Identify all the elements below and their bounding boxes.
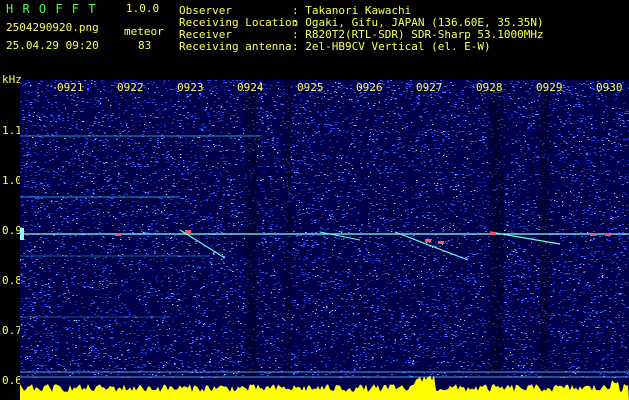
meteor-head [115,233,121,236]
freq-tick-0.9: 0.9 [2,224,22,237]
freq-tick-0.8: 0.8 [2,274,22,287]
time-tick-0928: 0928 [476,81,503,94]
time-tick-0923: 0923 [177,81,204,94]
time-tick-0922: 0922 [117,81,144,94]
freq-tick-1.1: 1.1 [2,124,22,137]
time-tick-0930: 0930 [596,81,623,94]
freq-unit-label: kHz [2,73,22,86]
info-antenna-value: : 2el-HB9CV Vertical (el. E-W) [292,40,491,53]
time-tick-0926: 0926 [356,81,383,94]
time-tick-0925: 0925 [297,81,324,94]
app-version: 1.0.0 [126,2,160,15]
app-title: H R O F F T [6,2,97,16]
spectrogram [20,80,629,400]
info-antenna-key: Receiving antenna [179,40,292,53]
hrofft-window: H R O F F T 1.0.0 2504290920.png meteor … [0,0,629,400]
dark-band [285,80,291,378]
dark-band [490,80,504,378]
meteor-head [490,232,496,235]
time-tick-0927: 0927 [416,81,443,94]
file-datetime: 25.04.29 09:20 [6,39,99,52]
freq-tick-0.7: 0.7 [2,324,22,337]
meteor-head [590,233,596,236]
meteor-head [438,241,444,244]
time-tick-0929: 0929 [536,81,563,94]
meteor-head [605,233,611,236]
dark-band [540,80,550,378]
meteor-label: meteor [124,25,164,38]
file-name: 2504290920.png [6,21,99,34]
time-tick-0924: 0924 [237,81,264,94]
meteor-count: 83 [138,39,152,52]
freq-tick-0.6: 0.6 [2,374,22,387]
freq-tick-1.0: 1.0 [2,174,22,187]
dark-band [245,80,257,378]
spectrogram-svg [20,80,629,400]
time-tick-0921: 0921 [57,81,84,94]
meteor-head [425,239,431,242]
meteor-head [185,230,191,233]
edge-marker [20,228,24,240]
